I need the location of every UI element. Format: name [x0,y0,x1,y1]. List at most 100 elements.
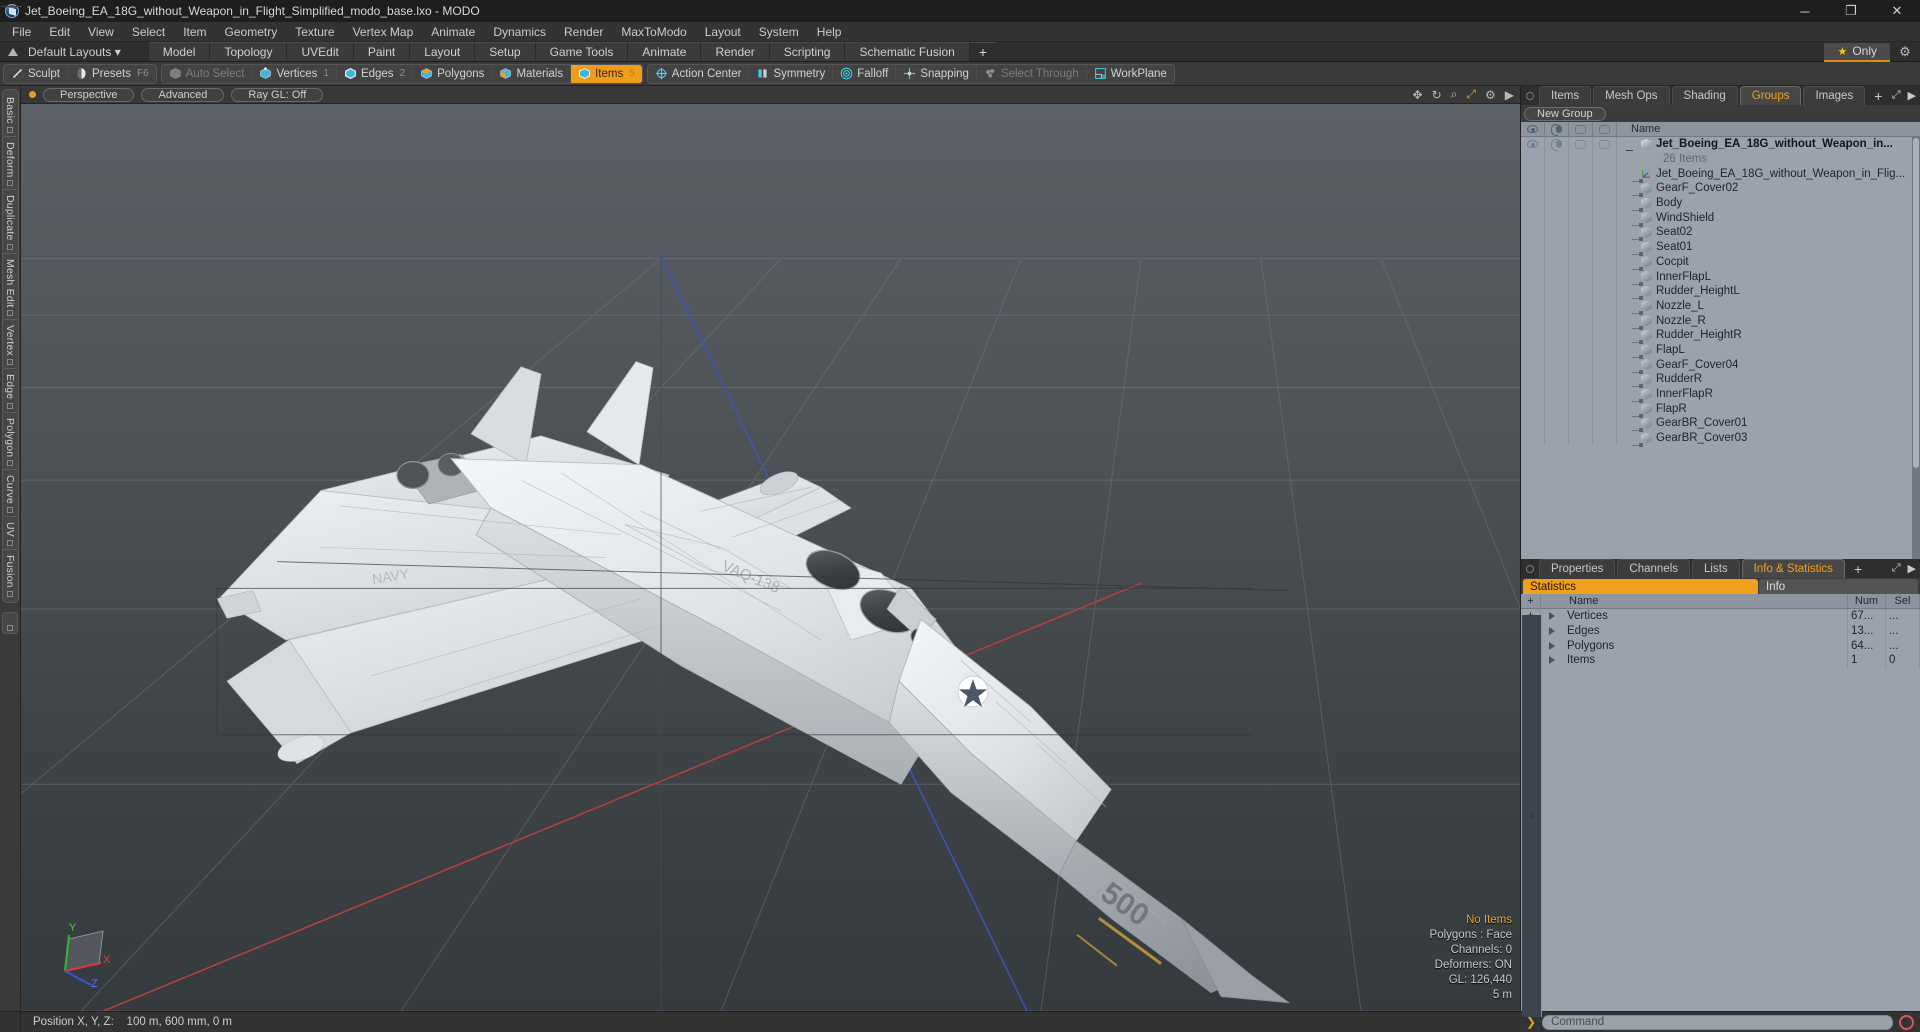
tree-cell-shading[interactable] [1545,372,1569,387]
col-lock-icon-1[interactable] [1569,122,1593,136]
tree-cell-lock-2[interactable] [1593,298,1617,314]
layout-tab-animate[interactable]: Animate [628,42,702,61]
tree-cell-lock-1[interactable] [1569,210,1593,226]
tree-row[interactable]: GearBR_Cover01 [1521,416,1912,433]
stat-col-plus[interactable]: + [1521,594,1541,608]
tree-row[interactable]: GearBR_Cover03 [1521,430,1912,448]
tree-cell-visibility[interactable] [1521,342,1545,358]
mode-button-polygons[interactable]: Polygons [413,64,493,83]
tree-row[interactable]: Jet_Boeing_EA_18G_without_Weapon_in... [1521,137,1912,152]
tree-row[interactable]: Nozzle_R [1521,313,1912,330]
mode-button-edges[interactable]: Edges 2 [337,64,414,83]
maximize-button[interactable]: ❐ [1828,0,1874,22]
mode-button-symmetry[interactable]: Symmetry [749,64,834,83]
viewport-perspective-dropdown[interactable]: Perspective [43,87,135,102]
tree-cell-lock-2[interactable] [1593,181,1617,196]
rotate-icon[interactable]: ↻ [1432,88,1442,102]
tree-cell-lock-1[interactable] [1569,195,1593,211]
tree-cell-lock-2[interactable] [1593,269,1617,284]
panel-menu-dot-icon[interactable] [1521,86,1539,105]
tree-cell-lock-1[interactable] [1569,283,1593,299]
tree-cell-shading[interactable] [1545,151,1569,167]
menu-item-texture[interactable]: Texture [286,22,343,42]
tree-cell-lock-2[interactable] [1593,430,1617,446]
tree-cell-lock-2[interactable] [1593,283,1617,299]
mode-button-snapping[interactable]: Snapping [896,64,977,83]
tree-cell-lock-1[interactable] [1569,225,1593,240]
stat-col-minus[interactable]: - [1,1,21,13]
tree-row[interactable]: GearF_Cover04 [1521,357,1912,374]
panel-tab-shading[interactable]: Shading [1671,86,1738,105]
tree-cell-lock-2[interactable] [1593,327,1617,343]
tree-cell-lock-1[interactable] [1569,137,1593,152]
mode-button-materials[interactable]: Materials [492,64,572,83]
command-input[interactable]: Command [1542,1014,1893,1030]
tree-cell-shading[interactable] [1545,342,1569,358]
subtab-statistics[interactable]: Statistics [1523,579,1758,594]
tree-cell-lock-2[interactable] [1593,137,1617,152]
expand-up-icon[interactable] [8,47,18,56]
tree-cell-lock-1[interactable] [1569,313,1593,328]
tree-cell-visibility[interactable] [1521,372,1545,387]
tree-cell-shading[interactable] [1545,254,1569,270]
lower-tab-info-statistics[interactable]: Info & Statistics [1741,559,1845,578]
tool-tab-deform[interactable]: Deform [4,138,16,189]
tree-cell-lock-1[interactable] [1569,239,1593,255]
tree-cell-lock-1[interactable] [1569,416,1593,431]
statistics-table-body[interactable]: +-Vertices67......+-Edges13......+-Polyg… [1521,609,1920,1017]
col-visibility-icon[interactable] [1521,122,1545,136]
mode-button-falloff[interactable]: Falloff [833,64,897,83]
tree-row[interactable]: Jet_Boeing_EA_18G_without_Weapon_in_Flig… [1521,166,1912,183]
tool-tab-fusion[interactable]: Fusion [4,551,16,599]
tree-row[interactable]: InnerFlapR [1521,386,1912,404]
col-shading-icon[interactable] [1545,122,1569,136]
lower-tab-properties[interactable]: Properties [1539,559,1616,578]
tree-cell-shading[interactable] [1545,239,1569,255]
groups-tree[interactable]: Jet_Boeing_EA_18G_without_Weapon_in... 26… [1521,137,1920,559]
tree-cell-lock-1[interactable] [1569,401,1593,417]
tree-cell-lock-1[interactable] [1569,151,1593,167]
col-lock-icon-2[interactable] [1593,122,1617,136]
statistics-row[interactable]: +-Vertices67...... [1521,609,1920,1017]
tree-cell-lock-2[interactable] [1593,225,1617,240]
panel-tab-images[interactable]: Images [1803,86,1866,105]
tree-row[interactable]: RudderR [1521,372,1912,389]
tree-row[interactable]: Nozzle_L [1521,298,1912,315]
mode-button-select-through[interactable]: Select Through [977,64,1087,83]
add-layout-tab-button[interactable]: + [969,42,997,61]
tree-cell-lock-1[interactable] [1569,430,1593,446]
tool-tab-polygon[interactable]: Polygon [4,414,16,468]
viewport-shading-dropdown[interactable]: Advanced [141,87,225,102]
layout-tab-uvedit[interactable]: UVEdit [287,42,354,61]
tool-tab-mesh-edit[interactable]: Mesh Edit [4,255,16,319]
statistics-row[interactable]: +-Edges13...... [1521,615,1920,1017]
tree-cell-visibility[interactable] [1521,283,1545,299]
tree-cell-lock-2[interactable] [1593,357,1617,372]
mode-button-workplane[interactable]: WorkPlane [1087,65,1174,83]
expand-panel-icon[interactable]: ⤢ [1892,89,1901,102]
tree-cell-visibility[interactable] [1521,269,1545,284]
menu-item-view[interactable]: View [79,22,123,42]
panel-tab-items[interactable]: Items [1539,86,1592,105]
lower-tab-lists[interactable]: Lists [1692,559,1740,578]
fit-icon[interactable]: ⤢ [1466,87,1476,102]
tree-cell-shading[interactable] [1545,283,1569,299]
tree-cell-shading[interactable] [1545,195,1569,211]
menu-item-vertex-map[interactable]: Vertex Map [344,22,423,42]
tree-cell-visibility[interactable] [1521,151,1545,167]
expand-triangle-icon[interactable] [1549,627,1555,636]
mode-button-auto-select[interactable]: Auto Select [162,64,253,83]
stat-remove-button[interactable]: - [1522,615,1542,1017]
tree-cell-visibility[interactable] [1521,327,1545,343]
tree-cell-lock-2[interactable] [1593,151,1617,167]
panel-tab-mesh-ops[interactable]: Mesh Ops [1593,86,1670,105]
layout-tab-schematic-fusion[interactable]: Schematic Fusion [845,42,970,61]
menu-item-geometry[interactable]: Geometry [216,22,287,42]
tree-cell-lock-1[interactable] [1569,357,1593,372]
tree-cell-lock-1[interactable] [1569,181,1593,196]
statistics-row[interactable]: +-Items10 [1521,615,1920,1017]
tree-cell-lock-2[interactable] [1593,239,1617,255]
tree-cell-shading[interactable] [1545,137,1569,152]
tree-cell-shading[interactable] [1545,430,1569,446]
tree-cell-visibility[interactable] [1521,313,1545,328]
